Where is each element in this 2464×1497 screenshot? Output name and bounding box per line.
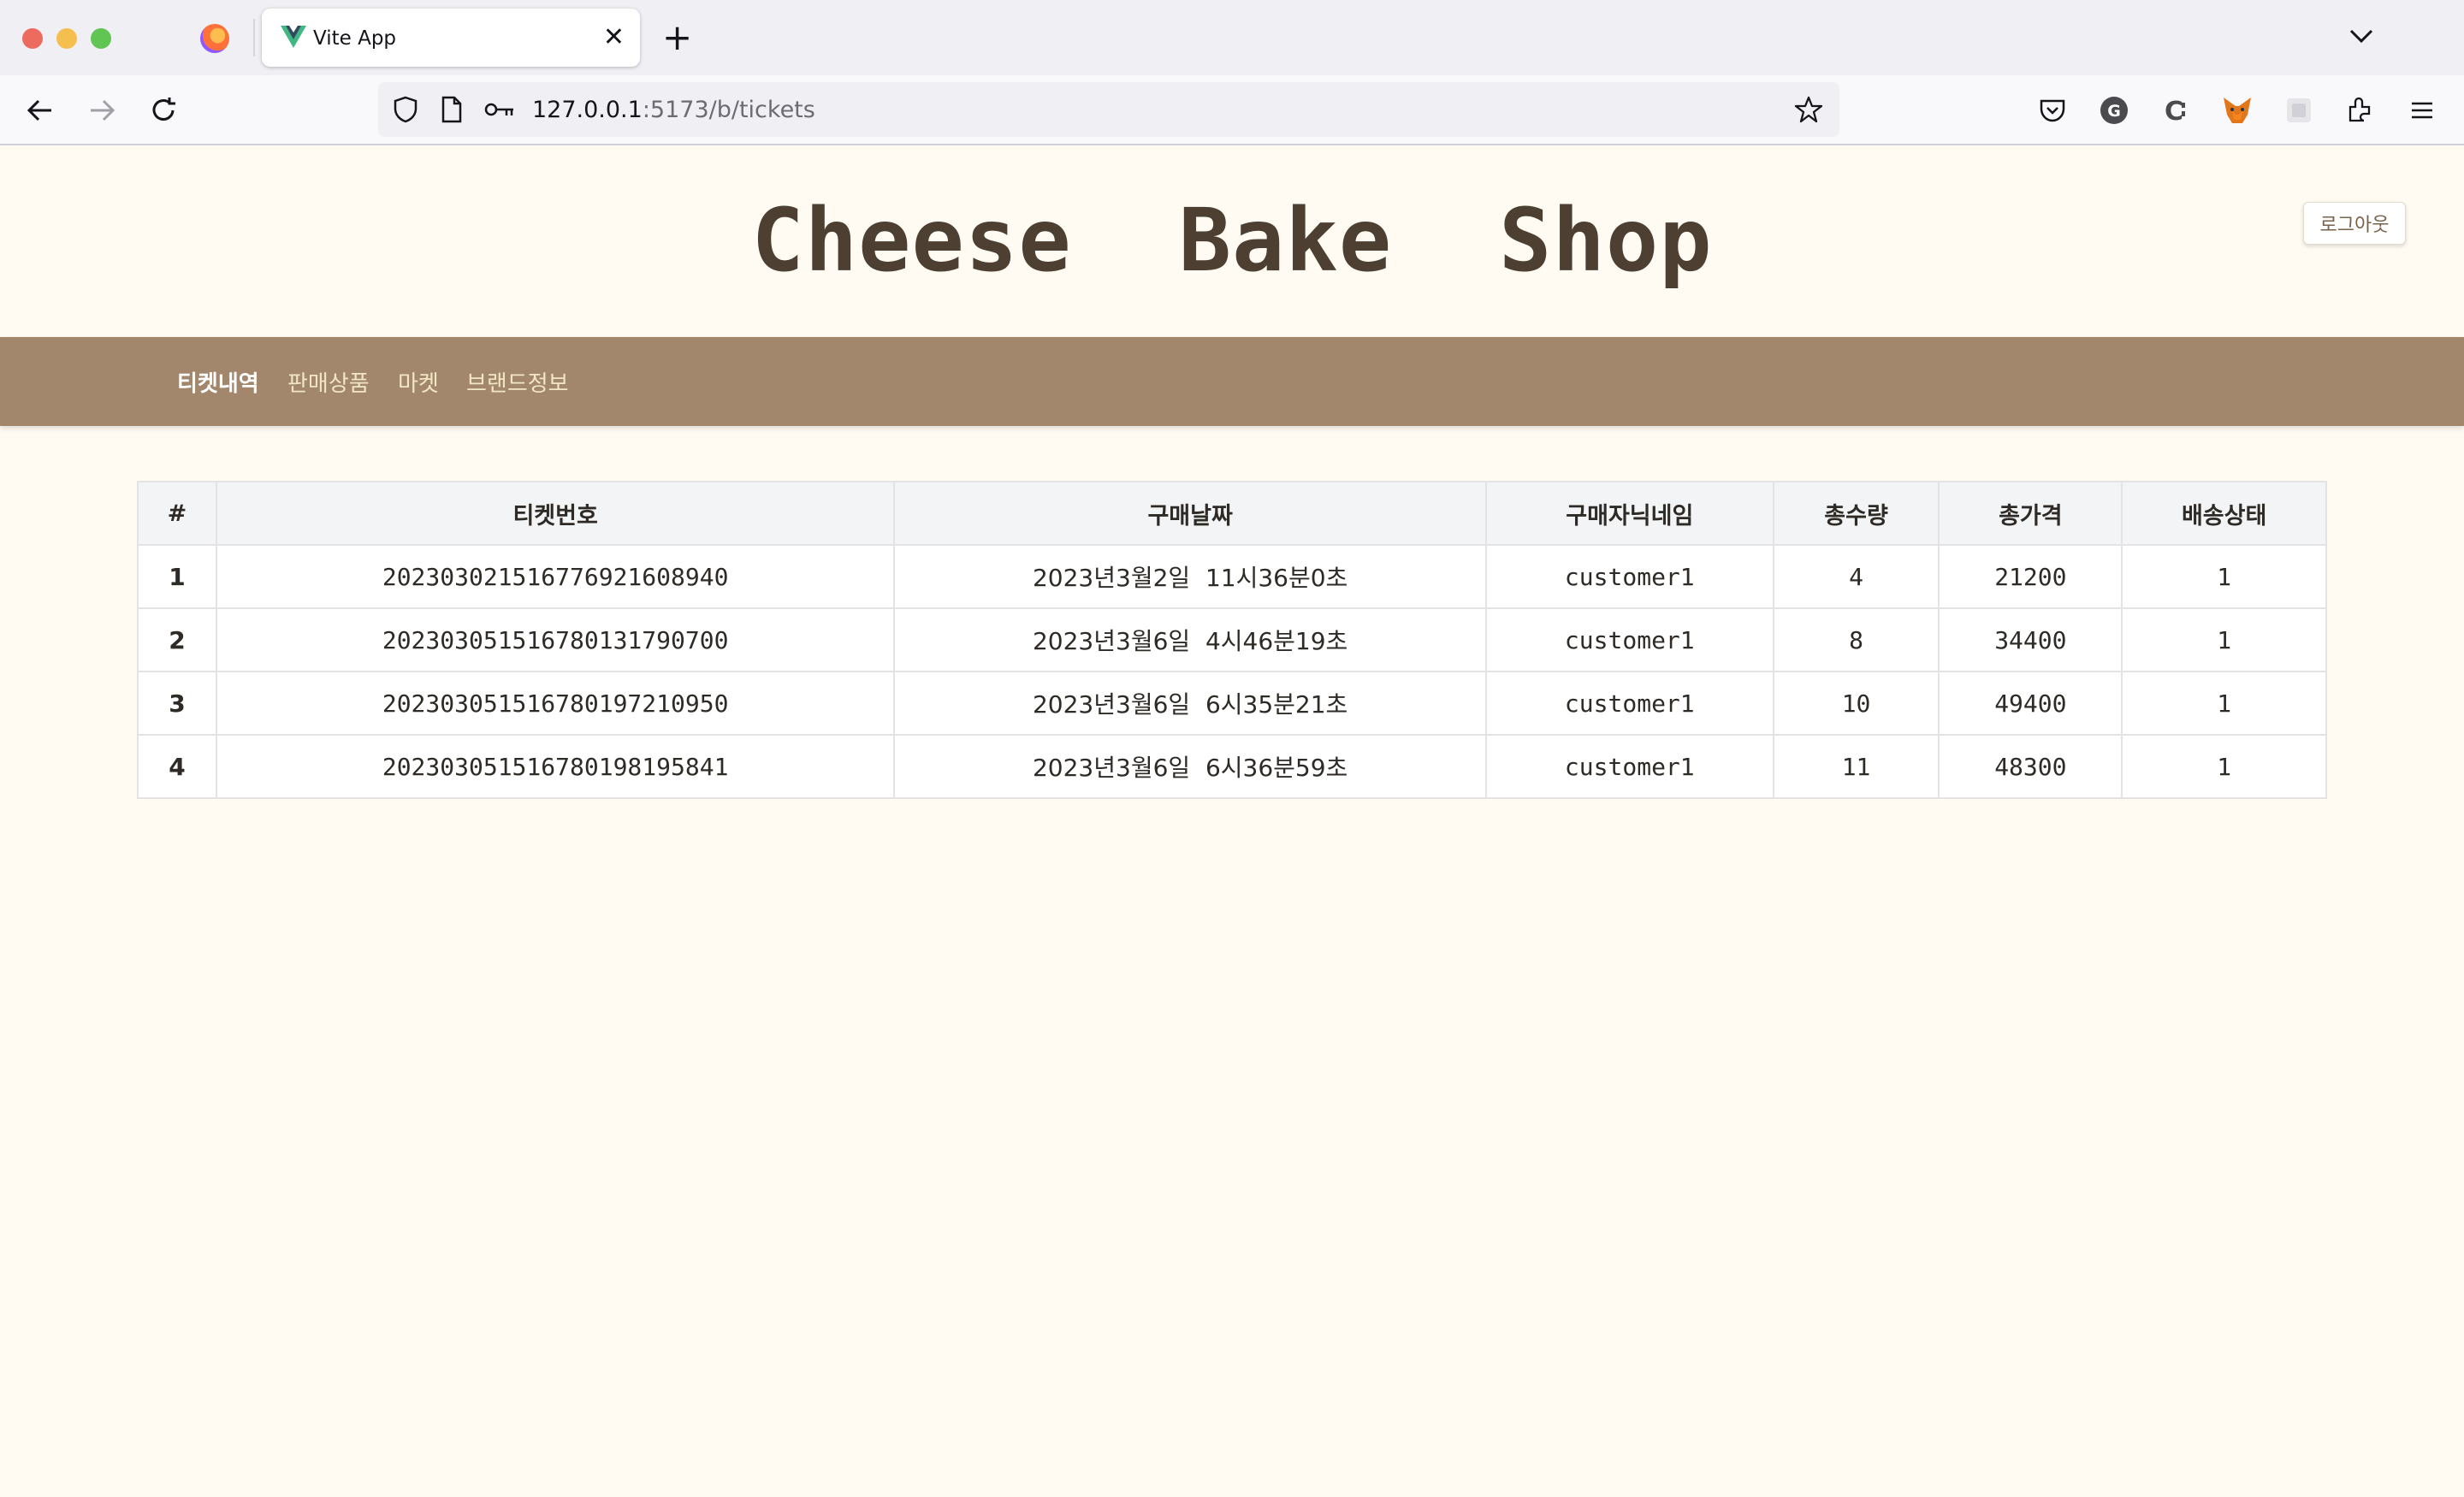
menu-icon[interactable]	[2401, 89, 2443, 132]
cell-buyer-nickname: customer1	[1484, 544, 1774, 609]
forward-button[interactable]	[80, 89, 123, 132]
cell-total-price: 48300	[1938, 734, 2123, 799]
tab-vite-app[interactable]: Vite App ✕	[262, 9, 640, 67]
table-row[interactable]: 2 202303051516780131790700 2023년3월6일 4시4…	[137, 607, 2327, 672]
url-host: 127.0.0.1	[532, 97, 643, 123]
close-window-button[interactable]	[22, 28, 43, 49]
cell-total-quantity: 10	[1772, 671, 1940, 736]
cell-index: 4	[137, 734, 217, 799]
cell-delivery-status: 1	[2121, 671, 2327, 736]
nav-item-tickets[interactable]: 티켓내역	[177, 366, 259, 398]
nav-item-products[interactable]: 판매상품	[287, 366, 370, 398]
column-header-total-quantity: 총수량	[1772, 481, 1940, 546]
cell-index: 3	[137, 671, 217, 736]
column-header-ticket-number: 티켓번호	[215, 481, 896, 546]
shield-icon[interactable]	[390, 94, 421, 125]
column-header-purchase-date: 구매날짜	[893, 481, 1487, 546]
cell-delivery-status: 1	[2121, 734, 2327, 799]
browser-toolbar: 127.0.0.1:5173/b/tickets G C	[0, 75, 2464, 145]
svg-text:G: G	[2107, 102, 2121, 121]
pocket-icon[interactable]	[2031, 89, 2074, 132]
reload-button[interactable]	[142, 89, 185, 132]
grammarly-icon[interactable]: G	[2093, 89, 2135, 132]
table-row[interactable]: 4 202303051516780198195841 2023년3월6일 6시3…	[137, 734, 2327, 799]
cell-index: 2	[137, 607, 217, 672]
cell-ticket-number: 202303051516780198195841	[215, 734, 896, 799]
browser-tab-bar: Vite App ✕ +	[0, 0, 2464, 75]
cell-delivery-status: 1	[2121, 544, 2327, 609]
cell-purchase-date: 2023년3월6일 6시36분59초	[893, 734, 1487, 799]
metamask-icon[interactable]	[2216, 89, 2259, 132]
forward-icon	[91, 99, 116, 121]
new-tab-button[interactable]: +	[662, 15, 692, 60]
cell-ticket-number: 202303051516780197210950	[215, 671, 896, 736]
cell-total-price: 21200	[1938, 544, 2123, 609]
zoom-window-button[interactable]	[91, 28, 111, 49]
column-header-delivery-status: 배송상태	[2121, 481, 2327, 546]
firefox-icon[interactable]	[200, 24, 229, 53]
cell-purchase-date: 2023년3월6일 6시35분21초	[893, 671, 1487, 736]
svg-text:C: C	[2165, 97, 2183, 125]
column-header-total-price: 총가격	[1938, 481, 2123, 546]
back-icon	[27, 99, 51, 121]
cell-total-quantity: 4	[1772, 544, 1940, 609]
cell-total-quantity: 8	[1772, 607, 1940, 672]
cell-purchase-date: 2023년3월6일 4시46분19초	[893, 607, 1487, 672]
column-header-buyer-nickname: 구매자닉네임	[1484, 481, 1774, 546]
nav-item-brand-info[interactable]: 브랜드정보	[466, 366, 569, 398]
cell-total-price: 49400	[1938, 671, 2123, 736]
cell-ticket-number: 20230302151677692160894​0	[215, 544, 896, 609]
nav-item-market[interactable]: 마켓	[398, 366, 439, 398]
cell-buyer-nickname: customer1	[1484, 671, 1774, 736]
tab-title: Vite App	[313, 27, 397, 50]
tickets-table: # 티켓번호 구매날짜 구매자닉네임 총수량 총가격 배송상태 1 202303…	[137, 481, 2327, 799]
tab-separator	[253, 19, 255, 56]
cell-total-price: 34400	[1938, 607, 2123, 672]
table-row[interactable]: 1 20230302151677692160894​0 2023년3월2일 11…	[137, 544, 2327, 609]
url-path: :5173/b/tickets	[642, 97, 815, 123]
cell-buyer-nickname: customer1	[1484, 607, 1774, 672]
extension-icon[interactable]	[2277, 89, 2320, 132]
page-title: Cheese Bake Shop	[751, 190, 1713, 292]
chevron-down-icon[interactable]	[2344, 19, 2378, 53]
back-button[interactable]	[19, 89, 62, 132]
reload-icon	[152, 98, 175, 121]
table-header-row: # 티켓번호 구매날짜 구매자닉네임 총수량 총가격 배송상태	[137, 481, 2327, 546]
cell-ticket-number: 202303051516780131790700	[215, 607, 896, 672]
vue-icon	[281, 26, 306, 48]
extensions-icon[interactable]	[2339, 89, 2382, 132]
cell-delivery-status: 1	[2121, 607, 2327, 672]
page-icon	[436, 94, 467, 125]
table-row[interactable]: 3 202303051516780197210950 2023년3월6일 6시3…	[137, 671, 2327, 736]
url-text[interactable]: 127.0.0.1:5173/b/tickets	[532, 97, 815, 123]
cell-total-quantity: 11	[1772, 734, 1940, 799]
logout-button[interactable]: 로그아웃	[2303, 202, 2406, 245]
extension-c-icon[interactable]: C	[2154, 89, 2197, 132]
key-icon[interactable]	[484, 94, 515, 125]
minimize-window-button[interactable]	[56, 28, 77, 49]
column-header-index: #	[137, 481, 217, 546]
close-tab-icon[interactable]: ✕	[603, 21, 625, 55]
cell-purchase-date: 2023년3월2일 11시36분0초	[893, 544, 1487, 609]
url-bar[interactable]: 127.0.0.1:5173/b/tickets	[378, 82, 1839, 137]
star-icon[interactable]	[1793, 94, 1824, 125]
main-nav: 티켓내역 판매상품 마켓 브랜드정보	[0, 337, 2464, 426]
cell-buyer-nickname: customer1	[1484, 734, 1774, 799]
cell-index: 1	[137, 544, 217, 609]
